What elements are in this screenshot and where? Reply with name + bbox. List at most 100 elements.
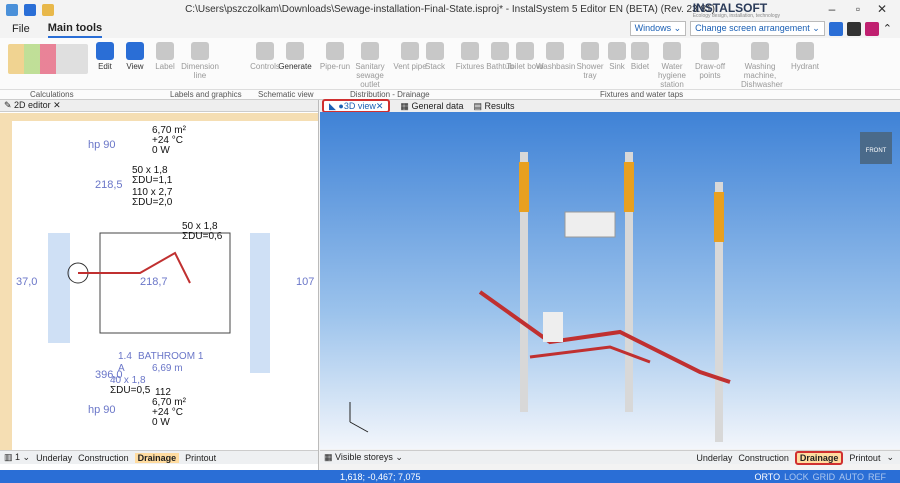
ribbon-washbasin-button[interactable]: Washbasin (536, 42, 575, 71)
ribbon-icon (326, 42, 344, 60)
editor-2d-panel: ✎ 2D editor ✕ 6,70 m² +24 °C 0 W 50 x 1,8 ΣD… (0, 100, 319, 483)
drainage-toggle[interactable]: Drainage (134, 452, 180, 463)
ribbon-icon (516, 42, 534, 60)
viewport-3d[interactable]: FRONT (320, 112, 900, 449)
ribbon-group-labels: Calculations Labels and graphics Schemat… (0, 90, 900, 100)
layout-icon[interactable] (828, 21, 843, 36)
visible-storeys-dropdown[interactable]: ▦ Visible storeys ⌄ (324, 452, 403, 463)
underlay-toggle[interactable]: Underlay (36, 453, 72, 463)
construction-toggle[interactable]: Construction (78, 453, 129, 463)
floor-plan-svg: 6,70 m²+24 °C0 W50 x 1,8ΣDU=1,1110 x 2,7… (0, 113, 318, 450)
plan-label: BATHROOM 1 (138, 351, 204, 362)
minimize-button[interactable]: – (822, 2, 842, 16)
drain-pipe-3d (478, 290, 731, 384)
ribbon-pipe-run-button[interactable]: Pipe-run (316, 42, 354, 71)
plan-label: ΣDU=0,6 (182, 231, 223, 242)
ribbon-icon (126, 42, 144, 60)
ribbon-label: Water hygiene station (657, 62, 687, 89)
ribbon-label: Generate (278, 62, 312, 71)
vent-cap (624, 162, 634, 212)
plan-label: 37,0 (16, 276, 37, 288)
group-labels-graphics: Labels and graphics (170, 90, 242, 99)
underlay-toggle-3d[interactable]: Underlay (696, 453, 732, 463)
group-distribution-drainage: Distribution - Drainage (350, 90, 430, 99)
ribbon-water-hygiene-station-button[interactable]: Water hygiene station (653, 42, 691, 89)
folder-icon[interactable] (42, 4, 54, 16)
status-flag[interactable]: AUTO (839, 472, 864, 482)
tab-general-data[interactable]: ▦ General data (400, 101, 463, 112)
brand-logo: INSTALSOFT Ecology design, installation, … (692, 1, 780, 19)
ribbon-icon (96, 42, 114, 60)
status-flag[interactable]: REF (868, 472, 886, 482)
status-flags: ORTO LOCK GRID AUTO REF (754, 472, 886, 482)
printout-toggle[interactable]: Printout (185, 453, 216, 463)
plan-label: 0 W (152, 145, 170, 156)
ribbon-stack-button[interactable]: Stack (416, 42, 454, 71)
plan-label: hp 90 (88, 404, 116, 416)
status-flag[interactable]: GRID (813, 472, 836, 482)
ribbon-label: Pipe-run (319, 62, 351, 71)
ribbon-label-button[interactable]: Label (146, 42, 184, 71)
floor-selector[interactable]: ▥ 1 ⌄ (4, 452, 30, 463)
ribbon-hydrant-button[interactable]: Hydrant (786, 42, 824, 71)
ribbon-icon (426, 42, 444, 60)
construction-toggle-3d[interactable]: Construction (738, 453, 789, 463)
ribbon-icon (256, 42, 274, 60)
tab-3d-view[interactable]: ◣ ● 3D view ✕ (322, 99, 391, 113)
ribbon-washing-machine-dishwasher-button[interactable]: Washing machine, Dishwasher (741, 42, 783, 89)
windows-dropdown[interactable]: Windows ⌄ (629, 21, 687, 36)
close-button[interactable]: ✕ (872, 2, 892, 16)
ribbon-generate-button[interactable]: Generate (276, 42, 314, 71)
plan-label: 396,0 (95, 369, 123, 381)
menu-file[interactable]: File (12, 21, 30, 37)
plan-label: 1.4 (118, 351, 132, 362)
wall-segment (48, 233, 70, 343)
ribbon-label: Stack (424, 62, 445, 71)
status-flag[interactable]: LOCK (784, 472, 809, 482)
plan-label: 107 (296, 276, 314, 288)
plan-label: ΣDU=0,5 (110, 385, 151, 396)
collapse-ribbon-icon[interactable]: ⌃ (883, 22, 892, 35)
group-schematic-view: Schematic view (258, 90, 314, 99)
ruler-horizontal (0, 113, 318, 121)
ribbon-icon (546, 42, 564, 60)
ribbon-label: Label (155, 62, 175, 71)
ribbon-label: Sanitary sewage outlet (355, 62, 385, 89)
app-icon (6, 4, 18, 16)
bottombar-menu-icon[interactable]: ⌄ (886, 452, 894, 463)
ribbon-label: Washing machine, Dishwasher (741, 62, 783, 89)
group-fixtures: Fixtures and water taps (600, 90, 684, 99)
status-bar: 1,618; -0,467; 7,075 ORTO LOCK GRID AUTO REF (0, 470, 900, 483)
floor-plan-canvas[interactable]: 6,70 m² +24 °C 0 W 50 x 1,8 ΣDU=1,1 110 x 2,7… (0, 113, 318, 450)
plan-label: 0 W (152, 417, 170, 428)
vent-cap (519, 162, 529, 212)
ribbon-icon (581, 42, 599, 60)
maximize-button[interactable]: ▫ (848, 2, 868, 16)
menu-main-tools[interactable]: Main tools (47, 20, 103, 38)
ribbon-icon (751, 42, 769, 60)
arrangement-dropdown[interactable]: Change screen arrangement ⌄ (690, 21, 825, 36)
ribbon-icon (191, 42, 209, 60)
plan-label: 6,69 m (152, 363, 183, 374)
ribbon-icon (286, 42, 304, 60)
help-icon[interactable] (864, 21, 879, 36)
status-flag[interactable]: ORTO (754, 472, 780, 482)
ribbon-draw-off-points-button[interactable]: Draw-off points (691, 42, 729, 80)
panel-icon[interactable] (846, 21, 861, 36)
workspace: ✎ 2D editor ✕ 6,70 m² +24 °C 0 W 50 x 1,8 ΣD… (0, 99, 900, 483)
ribbon-label: Dimension line (181, 62, 219, 80)
view-cube-label: FRONT (866, 148, 887, 154)
drainage-toggle-3d[interactable]: Drainage (794, 450, 844, 465)
tab-2d-editor[interactable]: ✎ 2D editor ✕ (4, 100, 61, 111)
ribbon-label: Draw-off points (694, 62, 726, 80)
printout-toggle-3d[interactable]: Printout (849, 453, 880, 463)
title-bar: C:\Users\pszczolkam\Downloads\Sewage-ins… (0, 0, 900, 20)
tab-results[interactable]: ▤ Results (473, 101, 514, 112)
ribbon-dimension-line-button[interactable]: Dimension line (181, 42, 219, 80)
fixture-3d (543, 312, 563, 342)
ribbon-sanitary-sewage-outlet-button[interactable]: Sanitary sewage outlet (351, 42, 389, 89)
calculations-icons[interactable] (8, 44, 88, 74)
drain-pipe (78, 251, 191, 284)
vent-cap (714, 192, 724, 242)
save-icon[interactable] (24, 4, 36, 16)
